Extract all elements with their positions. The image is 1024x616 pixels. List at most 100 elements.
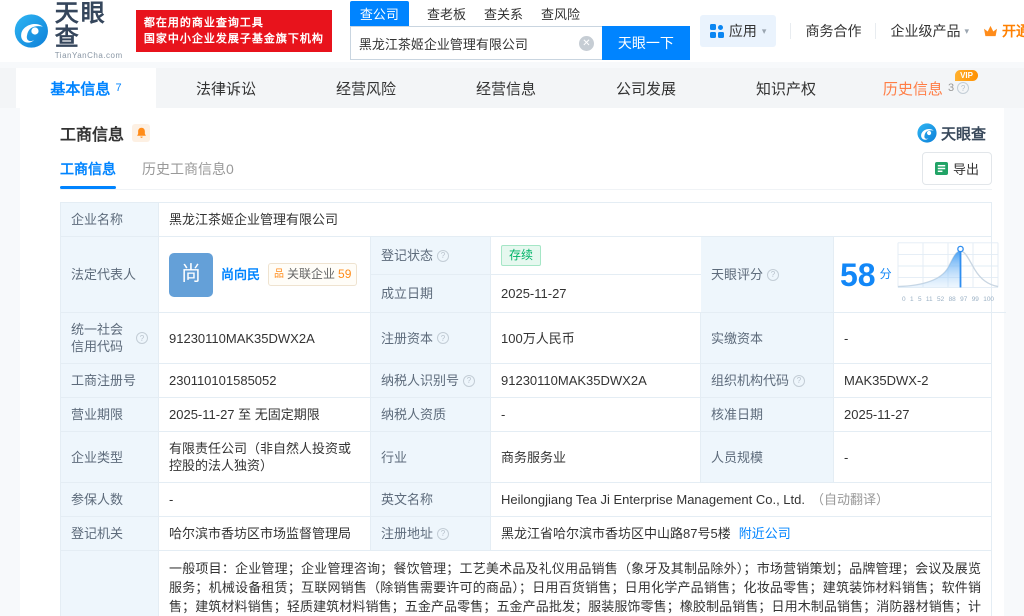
related-companies-badge[interactable]: 品 关联企业 59 xyxy=(268,263,357,286)
help-icon[interactable]: ? xyxy=(767,269,779,281)
search-tab-relation[interactable]: 查关系 xyxy=(484,1,523,26)
company-name-value: 黑龙江茶姬企业管理有限公司 xyxy=(159,203,991,237)
business-info-table: 企业名称 黑龙江茶姬企业管理有限公司 法定代表人 尚 尚向民 品 关联企业 59… xyxy=(60,202,992,616)
promo-line2: 国家中小企业发展子基金旗下机构 xyxy=(144,31,324,47)
credit-code-value: 91230110MAK35DWX2A xyxy=(159,313,371,364)
subtab-business-info[interactable]: 工商信息 xyxy=(60,148,116,189)
export-button[interactable]: 导出 xyxy=(922,152,992,185)
paid-capital-value: - xyxy=(834,313,991,364)
clear-search-icon[interactable]: ✕ xyxy=(579,36,594,51)
table-row: 经营范围 ? 一般项目：企业管理；企业管理咨询；餐饮管理；工艺美术品及礼仪用品销… xyxy=(61,551,991,616)
cooperation-label: 商务合作 xyxy=(805,21,861,41)
apps-menu[interactable]: 应用 ▾ xyxy=(700,15,777,47)
search-tab-company[interactable]: 查公司 xyxy=(350,1,409,26)
logo-eye-icon xyxy=(14,12,49,50)
help-icon[interactable]: ? xyxy=(136,332,148,344)
score-distribution-chart: 01 511 5288 9799 100 xyxy=(896,241,1000,308)
reg-capital-value: 100万人民币 xyxy=(491,313,701,364)
menu-open-vip[interactable]: 开通会员 ▾ xyxy=(983,21,1024,41)
tab-intellectual-property[interactable]: 知识产权 xyxy=(716,68,856,108)
tab-label: 历史信息 xyxy=(883,78,943,99)
field-label: 参保人数 xyxy=(61,483,159,517)
table-row: 企业名称 黑龙江茶姬企业管理有限公司 xyxy=(61,203,991,237)
search-area: 查公司 查老板 查关系 查风险 ✕ 天眼一下 xyxy=(350,2,690,60)
help-icon[interactable]: ? xyxy=(437,528,449,540)
chevron-down-icon: ▾ xyxy=(964,26,969,37)
field-label: 纳税人资质 xyxy=(371,398,491,432)
table-row: 参保人数 - 英文名称 Heilongjiang Tea Ji Enterpri… xyxy=(61,483,991,517)
field-label: 法定代表人 xyxy=(61,237,159,313)
section-title: 工商信息 xyxy=(60,121,124,145)
enterprise-label: 企业级产品 xyxy=(890,21,960,41)
approval-date-value: 2025-11-27 xyxy=(834,398,991,432)
taxpayer-id-value: 91230110MAK35DWX2A xyxy=(491,364,701,398)
search-button[interactable]: 天眼一下 xyxy=(602,26,690,60)
tab-label: 经营风险 xyxy=(336,78,396,99)
search-input[interactable] xyxy=(359,36,579,51)
logo-title: 天眼查 xyxy=(55,2,126,50)
establish-date-value: 2025-11-27 xyxy=(491,275,701,313)
tianyancha-logo[interactable]: 天眼查 TianYanCha.com xyxy=(14,2,126,60)
table-row: 法定代表人 尚 尚向民 品 关联企业 59 登记状态 ? 存续 xyxy=(61,237,991,313)
field-label: 企业名称 xyxy=(61,203,159,237)
tab-legal-proceedings[interactable]: 法律诉讼 xyxy=(156,68,296,108)
tianyancha-watermark: 天眼查 xyxy=(917,123,986,144)
staff-size-value: - xyxy=(834,432,991,483)
business-scope-value: 一般项目：企业管理；企业管理咨询；餐饮管理；工艺美术品及礼仪用品销售（象牙及其制… xyxy=(159,551,991,616)
tab-operating-info[interactable]: 经营信息 xyxy=(436,68,576,108)
subtab-history-business-info[interactable]: 历史工商信息0 xyxy=(142,148,234,189)
help-icon[interactable]: ? xyxy=(437,250,449,262)
logo-eye-icon xyxy=(917,123,937,143)
status-date-subgrid: 登记状态 ? 存续 成立日期 2025-11-27 xyxy=(371,237,701,313)
subtab-label: 历史工商信息 xyxy=(142,159,226,179)
field-label: 工商注册号 xyxy=(61,364,159,398)
field-label: 纳税人识别号 ? xyxy=(371,364,491,398)
field-label: 天眼评分 ? xyxy=(701,237,834,313)
company-nav-tabs: 基本信息 7 法律诉讼 经营风险 经营信息 公司发展 知识产权 VIP 历史信息… xyxy=(0,68,1024,108)
field-label: 行业 xyxy=(371,432,491,483)
tab-basic-info[interactable]: 基本信息 7 xyxy=(16,68,156,108)
legal-rep-avatar[interactable]: 尚 xyxy=(169,253,213,297)
legal-rep-name[interactable]: 尚向民 xyxy=(221,266,260,283)
subscribe-bell-icon[interactable] xyxy=(132,124,150,142)
company-type-value: 有限责任公司（非自然人投资或控股的法人独资） xyxy=(159,432,371,483)
field-label: 成立日期 xyxy=(371,275,491,313)
reg-status-cell: 存续 xyxy=(491,237,701,275)
search-tab-risk[interactable]: 查风险 xyxy=(541,1,580,26)
score-value: 58 xyxy=(840,259,876,291)
divider xyxy=(790,23,791,39)
crown-icon xyxy=(983,25,998,38)
help-icon[interactable]: ? xyxy=(463,375,475,387)
industry-value: 商务服务业 xyxy=(491,432,701,483)
auto-translate-note: （自动翻译） xyxy=(811,491,889,508)
apps-grid-icon xyxy=(710,24,724,38)
help-icon[interactable]: ? xyxy=(437,332,449,344)
chevron-down-icon: ▾ xyxy=(762,26,767,37)
menu-cooperation[interactable]: 商务合作 xyxy=(805,21,861,41)
tab-operating-risk[interactable]: 经营风险 xyxy=(296,68,436,108)
nearby-companies-link[interactable]: 附近公司 xyxy=(739,525,791,542)
promo-banner: 都在用的商业查询工具 国家中小企业发展子基金旗下机构 xyxy=(136,10,332,52)
field-label: 人员规模 xyxy=(701,432,834,483)
help-icon[interactable]: ? xyxy=(957,82,969,94)
tab-company-development[interactable]: 公司发展 xyxy=(576,68,716,108)
relation-count: 59 xyxy=(338,266,351,283)
top-header: 天眼查 TianYanCha.com 都在用的商业查询工具 国家中小企业发展子基… xyxy=(0,0,1024,62)
search-tab-boss[interactable]: 查老板 xyxy=(427,1,466,26)
field-label: 核准日期 xyxy=(701,398,834,432)
logo-subtitle: TianYanCha.com xyxy=(55,52,126,60)
relation-label: 关联企业 xyxy=(287,266,335,283)
table-row: 营业期限 2025-11-27 至 无固定期限 纳税人资质 - 核准日期 202… xyxy=(61,398,991,432)
help-icon[interactable]: ? xyxy=(793,375,805,387)
score-cell[interactable]: 58 分 xyxy=(834,237,1006,313)
taxpayer-quality-value: - xyxy=(491,398,701,432)
score-unit: 分 xyxy=(880,266,892,283)
tab-history-info[interactable]: VIP 历史信息 3 ? xyxy=(856,68,996,108)
business-info-card: 工商信息 天眼查 工商信息 历史工商信息0 导出 xyxy=(20,108,1004,616)
tab-label: 经营信息 xyxy=(476,78,536,99)
tab-label: 公司发展 xyxy=(616,78,676,99)
menu-enterprise-products[interactable]: 企业级产品 ▾ xyxy=(890,21,969,41)
field-label: 统一社会信用代码 ? xyxy=(61,313,159,364)
field-label: 登记状态 ? xyxy=(371,237,491,275)
reg-number-value: 230110101585052 xyxy=(159,364,371,398)
